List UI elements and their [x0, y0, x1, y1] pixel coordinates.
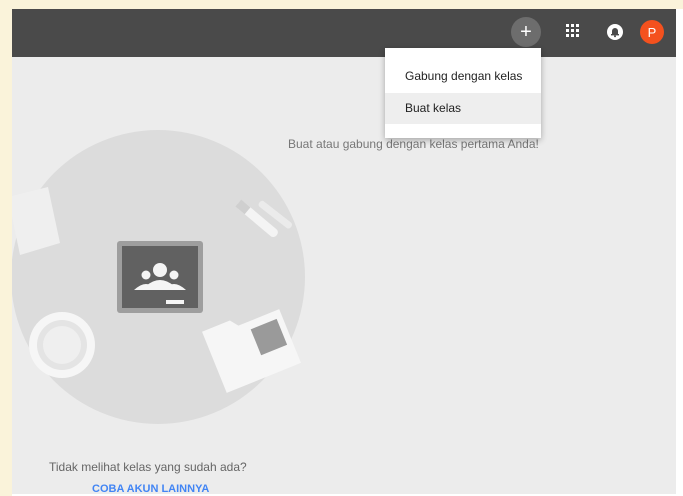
- avatar-initial: P: [647, 24, 657, 40]
- menu-item-join-class[interactable]: Gabung dengan kelas: [385, 61, 541, 92]
- menu-item-create-class[interactable]: Buat kelas: [385, 93, 541, 124]
- empty-state-message: Buat atau gabung dengan kelas pertama An…: [288, 137, 539, 151]
- add-class-menu: Gabung dengan kelas Buat kelas: [385, 48, 541, 138]
- classroom-illustration: [12, 130, 305, 424]
- avatar[interactable]: P: [640, 20, 664, 44]
- apps-grid-icon[interactable]: [566, 24, 582, 40]
- plus-icon: +: [520, 21, 532, 43]
- add-class-button[interactable]: +: [511, 17, 541, 47]
- classroom-app: + P Gabung dengan kelas Buat kelas Buat …: [12, 9, 676, 494]
- frame-left: [0, 0, 12, 496]
- bell-icon[interactable]: [605, 22, 625, 42]
- no-class-text: Tidak melihat kelas yang sudah ada?: [49, 460, 247, 474]
- top-bar: + P: [12, 9, 676, 57]
- try-other-account-link[interactable]: COBA AKUN LAINNYA: [92, 483, 209, 494]
- frame-top: [0, 0, 683, 9]
